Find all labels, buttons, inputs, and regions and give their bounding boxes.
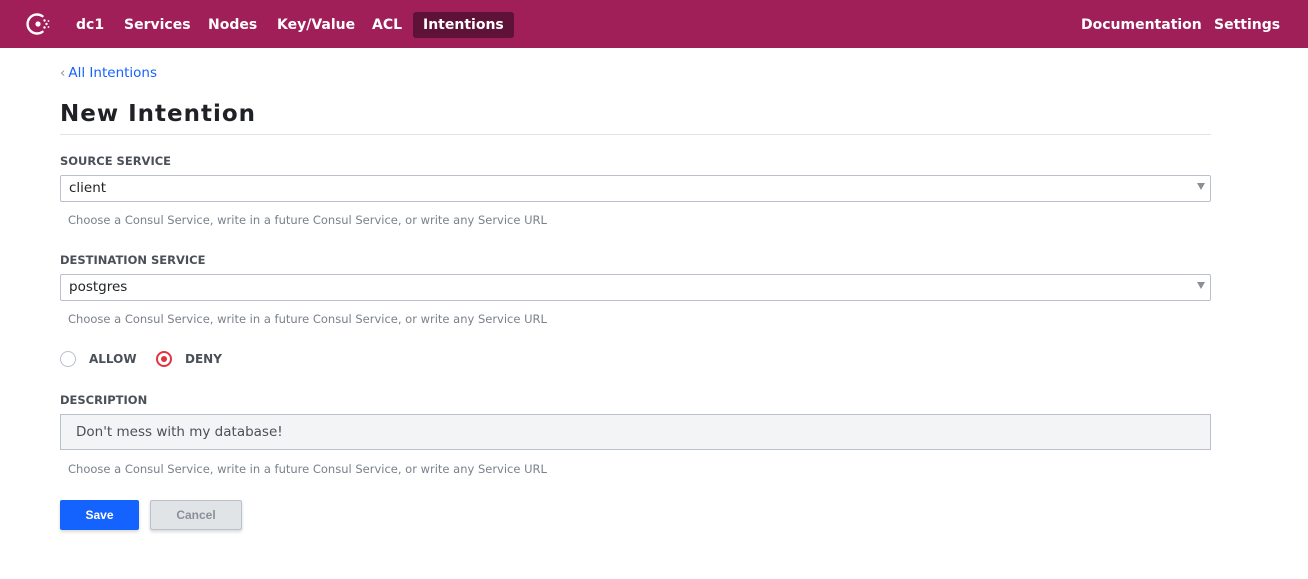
source-service-label: SOURCE SERVICE — [60, 154, 172, 168]
caret-down-icon — [1197, 183, 1205, 190]
datacenter-selector[interactable]: dc1 — [76, 12, 104, 38]
source-service-select[interactable]: client — [60, 175, 1211, 202]
description-help: Choose a Consul Service, write in a futu… — [68, 462, 547, 476]
allow-label: ALLOW — [89, 352, 137, 366]
divider — [60, 134, 1211, 135]
allow-radio[interactable] — [60, 351, 76, 367]
description-textarea[interactable]: Don't mess with my database! — [60, 414, 1211, 450]
destination-service-value: postgres — [69, 279, 128, 295]
cancel-button[interactable]: Cancel — [150, 500, 242, 530]
caret-down-icon — [1197, 282, 1205, 289]
destination-service-label: DESTINATION SERVICE — [60, 253, 206, 267]
nav-item-key-value[interactable]: Key/Value — [277, 12, 355, 38]
destination-service-select[interactable]: postgres — [60, 274, 1211, 301]
breadcrumb[interactable]: ‹ All Intentions — [60, 65, 157, 81]
page-title: New Intention — [60, 101, 257, 127]
deny-label: DENY — [185, 352, 222, 366]
consul-logo-icon[interactable] — [24, 10, 52, 38]
breadcrumb-label: All Intentions — [68, 65, 158, 81]
source-service-help: Choose a Consul Service, write in a futu… — [68, 213, 547, 227]
chevron-left-icon: ‹ — [60, 65, 66, 81]
save-button[interactable]: Save — [60, 500, 139, 530]
nav-item-nodes[interactable]: Nodes — [208, 12, 257, 38]
source-service-value: client — [69, 180, 107, 196]
deny-radio[interactable] — [156, 351, 172, 367]
nav-item-acl[interactable]: ACL — [372, 12, 402, 38]
nav-item-settings[interactable]: Settings — [1214, 12, 1280, 38]
description-label: DESCRIPTION — [60, 393, 148, 407]
nav-item-intentions[interactable]: Intentions — [413, 12, 514, 38]
nav-item-services[interactable]: Services — [124, 12, 191, 38]
description-value: Don't mess with my database! — [76, 424, 283, 440]
top-navigation-bar: dc1 Services Nodes Key/Value ACL Intenti… — [0, 0, 1308, 48]
nav-item-documentation[interactable]: Documentation — [1081, 12, 1202, 38]
destination-service-help: Choose a Consul Service, write in a futu… — [68, 312, 547, 326]
